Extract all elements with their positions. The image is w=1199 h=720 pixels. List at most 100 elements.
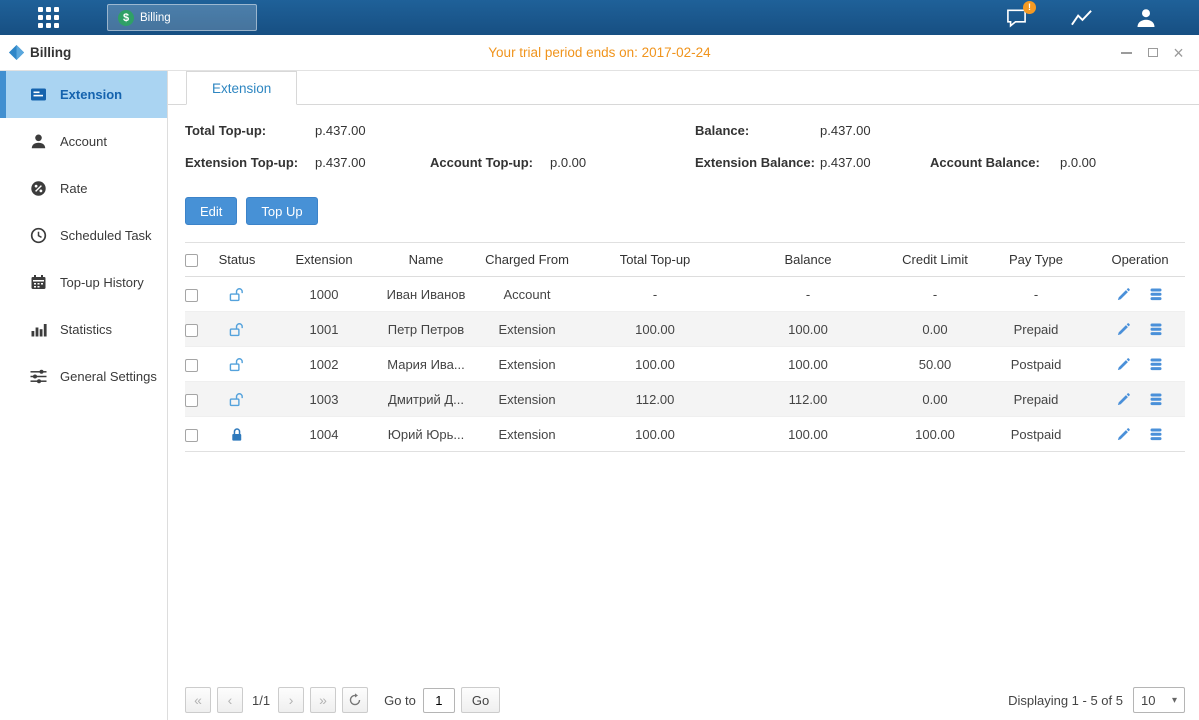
edit-row-icon[interactable] — [1116, 322, 1131, 337]
close-button[interactable]: × — [1170, 44, 1187, 61]
topup-row-icon[interactable] — [1148, 287, 1164, 302]
topbar-tab-label: Billing — [140, 12, 171, 24]
row-checkbox[interactable] — [185, 324, 198, 337]
refresh-icon — [348, 693, 362, 707]
goto-label: Go to — [384, 693, 416, 708]
user-account-icon[interactable] — [1135, 7, 1157, 28]
edit-row-icon[interactable] — [1116, 427, 1131, 442]
total-topup-value: p.437.00 — [315, 123, 366, 138]
cell-charged-from: Extension — [467, 417, 587, 452]
sidebar-item-topup-history[interactable]: Top-up History — [0, 259, 167, 306]
edit-row-icon[interactable] — [1116, 287, 1131, 302]
locked-icon — [229, 427, 245, 442]
account-topup-value: p.0.00 — [550, 155, 586, 170]
first-page-button[interactable]: « — [185, 687, 211, 713]
app-grid-icon[interactable] — [38, 7, 59, 28]
row-checkbox[interactable] — [185, 394, 198, 407]
cell-pay-type: Postpaid — [977, 347, 1095, 382]
unlocked-icon — [229, 392, 245, 407]
topbar-tab-billing[interactable]: $ Billing — [107, 4, 257, 31]
extension-balance-value: p.437.00 — [820, 155, 871, 170]
cell-extension: 1004 — [263, 417, 385, 452]
notifications-icon[interactable]: ! — [1005, 7, 1028, 28]
extension-balance-label: Extension Balance: — [695, 155, 815, 170]
extension-table: Status Extension Name Charged From Total… — [185, 242, 1185, 452]
cell-credit-limit: 0.00 — [893, 312, 977, 347]
minimize-button[interactable] — [1118, 44, 1135, 61]
sidebar-item-label: General Settings — [60, 369, 157, 384]
topup-row-icon[interactable] — [1148, 427, 1164, 442]
cell-balance: 100.00 — [723, 417, 893, 452]
page-size-select[interactable]: 10 ▾ — [1133, 687, 1185, 713]
sidebar-item-extension[interactable]: Extension — [0, 71, 167, 118]
pagination-bar: « ‹ 1/1 › » Go to Go Displaying 1 - 5 of… — [185, 687, 1185, 713]
last-page-button[interactable]: » — [310, 687, 336, 713]
sidebar-item-label: Top-up History — [60, 275, 144, 290]
cell-total-topup: - — [587, 277, 723, 312]
account-topup-label: Account Top-up: — [430, 155, 533, 170]
balance-summary: Total Top-up: p.437.00 Balance: p.437.00… — [168, 115, 1199, 189]
window-title-text: Billing — [30, 45, 71, 60]
window-controls: × — [1118, 44, 1187, 61]
table-header-row: Status Extension Name Charged From Total… — [185, 243, 1185, 277]
cell-name: Мария Ива... — [385, 347, 467, 382]
topup-row-icon[interactable] — [1148, 392, 1164, 407]
cell-credit-limit: 100.00 — [893, 417, 977, 452]
select-all-checkbox[interactable] — [185, 254, 198, 267]
action-buttons: Edit Top Up — [185, 197, 1199, 225]
cell-name: Петр Петров — [385, 312, 467, 347]
unlocked-icon — [229, 322, 245, 337]
cell-balance: 100.00 — [723, 312, 893, 347]
cell-extension: 1000 — [263, 277, 385, 312]
sidebar-item-label: Statistics — [60, 322, 112, 337]
sidebar-item-account[interactable]: Account — [0, 118, 167, 165]
row-checkbox[interactable] — [185, 359, 198, 372]
edit-row-icon[interactable] — [1116, 392, 1131, 407]
cell-pay-type: - — [977, 277, 1095, 312]
notification-badge: ! — [1023, 1, 1036, 14]
cell-extension: 1001 — [263, 312, 385, 347]
prev-page-button[interactable]: ‹ — [217, 687, 243, 713]
maximize-icon — [1148, 48, 1158, 57]
topup-row-icon[interactable] — [1148, 357, 1164, 372]
cell-pay-type: Postpaid — [977, 417, 1095, 452]
next-page-button[interactable]: › — [278, 687, 304, 713]
unlocked-icon — [229, 357, 245, 372]
go-button[interactable]: Go — [461, 687, 500, 713]
table-row: 1000 Иван Иванов Account - - - - — [185, 277, 1185, 312]
extension-topup-label: Extension Top-up: — [185, 155, 298, 170]
col-operation: Operation — [1095, 243, 1185, 277]
edit-button[interactable]: Edit — [185, 197, 237, 225]
sidebar-item-rate[interactable]: Rate — [0, 165, 167, 212]
os-topbar: $ Billing ! — [0, 0, 1199, 35]
tab-extension[interactable]: Extension — [186, 71, 297, 105]
sidebar-item-general-settings[interactable]: General Settings — [0, 353, 167, 400]
row-checkbox[interactable] — [185, 429, 198, 442]
top-up-button[interactable]: Top Up — [246, 197, 317, 225]
refresh-button[interactable] — [342, 687, 368, 713]
window-title: Billing — [8, 44, 71, 61]
status-icon — [229, 321, 245, 336]
status-icon — [229, 286, 245, 301]
maximize-button[interactable] — [1144, 44, 1161, 61]
extension-topup-value: p.437.00 — [315, 155, 366, 170]
edit-row-icon[interactable] — [1116, 357, 1131, 372]
extension-icon — [30, 86, 47, 103]
sidebar-item-scheduled-task[interactable]: Scheduled Task — [0, 212, 167, 259]
reports-chart-icon[interactable] — [1070, 8, 1093, 28]
topup-row-icon[interactable] — [1148, 322, 1164, 337]
bar-chart-icon — [30, 321, 47, 338]
sidebar-item-statistics[interactable]: Statistics — [0, 306, 167, 353]
billing-diamond-icon — [8, 44, 25, 61]
sidebar-item-label: Rate — [60, 181, 87, 196]
balance-value: p.437.00 — [820, 123, 871, 138]
cell-credit-limit: 50.00 — [893, 347, 977, 382]
billing-dollar-icon: $ — [118, 10, 134, 26]
topbar-right: ! — [1005, 7, 1157, 28]
row-checkbox[interactable] — [185, 289, 198, 302]
status-icon — [229, 426, 245, 441]
cell-credit-limit: 0.00 — [893, 382, 977, 417]
cell-total-topup: 100.00 — [587, 312, 723, 347]
sidebar: Extension Account Rate Scheduled Task To… — [0, 71, 168, 720]
goto-page-input[interactable] — [423, 688, 455, 713]
